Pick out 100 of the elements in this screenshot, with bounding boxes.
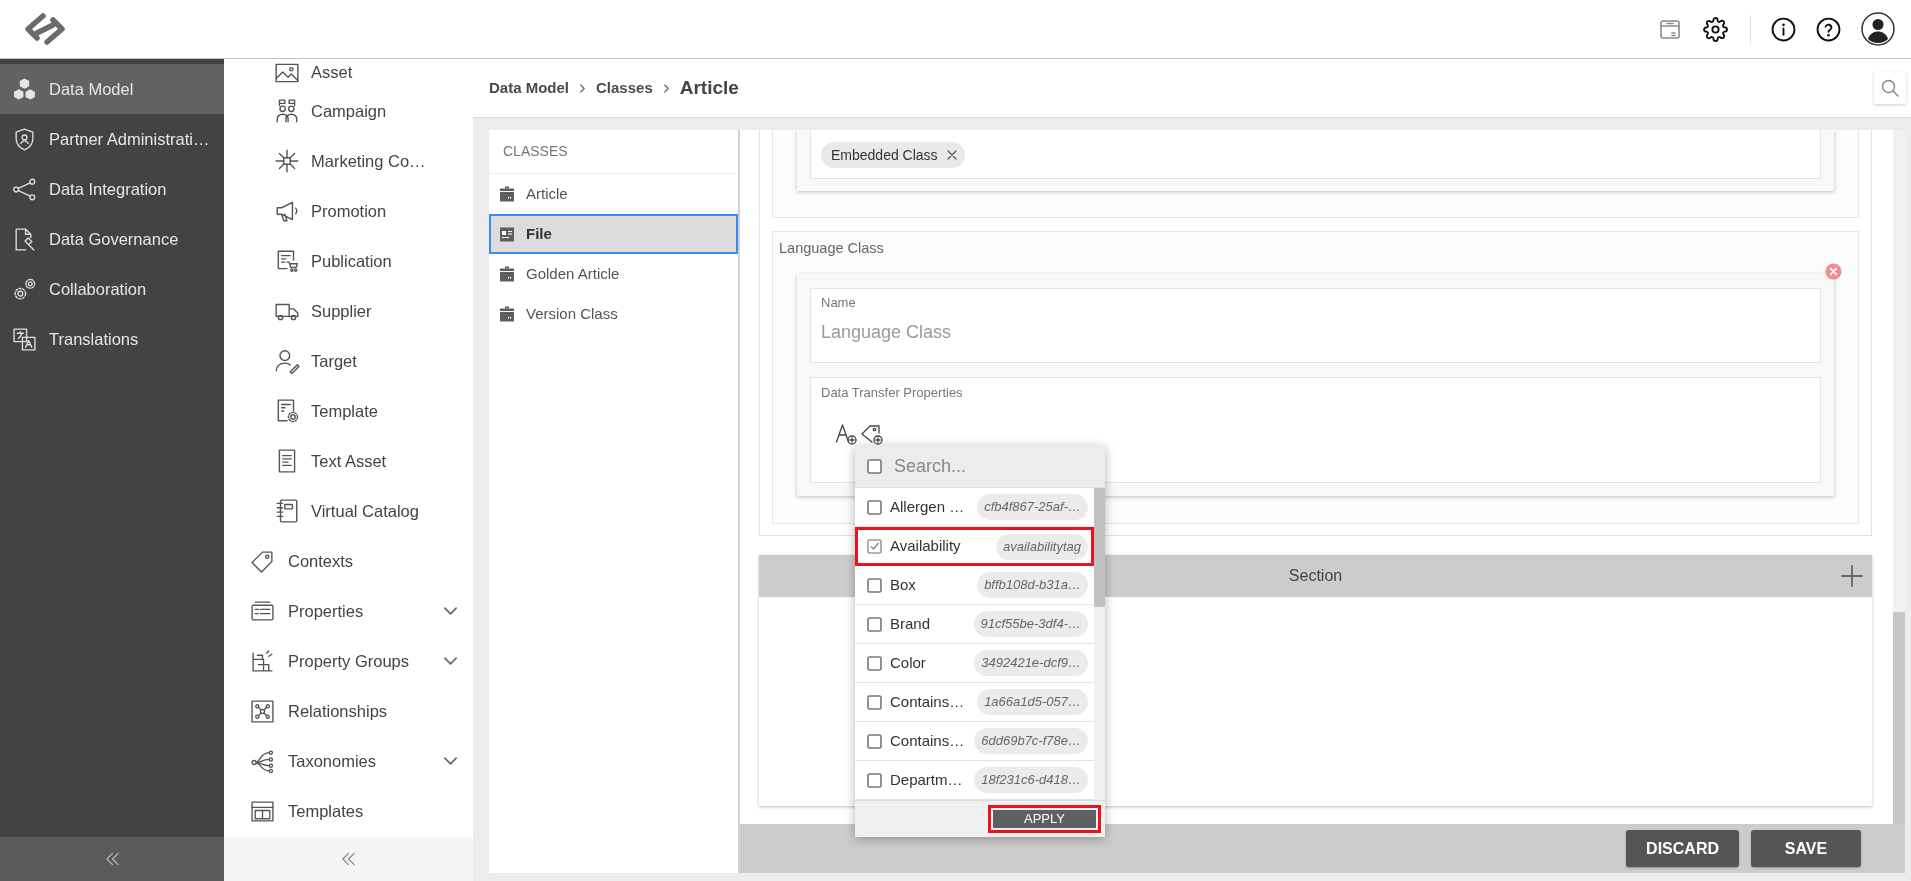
- archive-box-icon[interactable]: [1659, 18, 1681, 40]
- menu-item[interactable]: Target: [224, 336, 473, 386]
- menu-item[interactable]: Asset: [224, 59, 473, 86]
- search-field[interactable]: Search...: [894, 453, 1097, 480]
- user-edit-icon: [274, 348, 300, 374]
- chevron-down-icon[interactable]: [443, 656, 458, 666]
- apply-button[interactable]: APPLY: [988, 805, 1101, 833]
- option-label: Availability: [890, 536, 962, 557]
- menu-item[interactable]: Supplier: [224, 286, 473, 336]
- tree-icon: [250, 748, 275, 774]
- scrollbar-thumb[interactable]: [1094, 488, 1105, 607]
- search-bar[interactable]: Search...: [855, 446, 1105, 488]
- option-tag: 1a66a1d5-057…: [977, 689, 1088, 715]
- checkbox[interactable]: [867, 733, 882, 749]
- tag-add-icon[interactable]: [860, 422, 884, 446]
- search-icon: [1881, 79, 1899, 97]
- menu-item[interactable]: Relationships: [224, 686, 473, 736]
- menu-item[interactable]: Text Asset: [224, 436, 473, 486]
- option-row[interactable]: Departm… 18f231c6-d418…: [855, 761, 1094, 800]
- checkbox[interactable]: [867, 655, 882, 671]
- sidebar-item[interactable]: Translations: [0, 314, 224, 364]
- shield-user-icon: [12, 126, 37, 152]
- option-tag: 18f231c6-d418…: [974, 767, 1088, 793]
- option-label: Brand: [890, 613, 932, 634]
- menu-item[interactable]: Templates: [224, 786, 473, 836]
- card-list-icon: [250, 598, 275, 624]
- document-gavel-icon: [12, 226, 37, 252]
- menu-item[interactable]: Virtual Catalog: [224, 486, 473, 536]
- option-label: Allergen …: [890, 496, 966, 517]
- cubes-icon: [12, 76, 37, 102]
- chevron-down-icon[interactable]: [443, 606, 458, 616]
- info-icon[interactable]: [1771, 16, 1796, 42]
- sidebar-item[interactable]: Data Model: [0, 64, 224, 114]
- scrollbar-thumb[interactable]: [1893, 612, 1905, 824]
- field-label: Name: [821, 295, 856, 311]
- menu-item[interactable]: Taxonomies: [224, 736, 473, 786]
- breadcrumb-link[interactable]: Data Model: [489, 76, 569, 100]
- checkbox[interactable]: [867, 459, 882, 474]
- checkbox[interactable]: [867, 694, 882, 710]
- field-label: Data Transfer Properties: [821, 385, 964, 401]
- menu-item[interactable]: Publication: [224, 236, 473, 286]
- menu-item[interactable]: Marketing Co…: [224, 136, 473, 186]
- breadcrumb-link[interactable]: Classes: [596, 76, 653, 100]
- share-nodes-icon: [12, 176, 37, 202]
- chevron-right-icon: [579, 82, 586, 94]
- sidebar-item[interactable]: Partner Administrati…: [0, 114, 224, 164]
- box-icon: [499, 186, 515, 202]
- layout-icon: [250, 798, 275, 824]
- class-list-item[interactable]: File: [489, 214, 738, 254]
- close-icon[interactable]: [946, 150, 957, 160]
- logo-icon[interactable]: [22, 12, 68, 46]
- checkbox[interactable]: [867, 539, 882, 554]
- double-chevron-left-icon: [104, 852, 120, 866]
- menu-item[interactable]: Properties: [224, 586, 473, 636]
- checkbox[interactable]: [867, 577, 882, 593]
- network-icon: [250, 698, 275, 724]
- option-row[interactable]: Box bffb108d-b31a…: [855, 566, 1094, 605]
- option-tag: cfb4f867-25af-…: [977, 494, 1088, 520]
- option-row[interactable]: Contains… 1a66a1d5-057…: [855, 683, 1094, 722]
- checkbox[interactable]: [867, 499, 882, 515]
- people-flags-icon: [274, 98, 300, 124]
- option-row[interactable]: Color 3492421e-dcf9…: [855, 644, 1094, 683]
- save-button[interactable]: SAVE: [1751, 830, 1861, 867]
- menu-item[interactable]: Promotion: [224, 186, 473, 236]
- tag-icon: [250, 548, 275, 574]
- discard-button[interactable]: DISCARD: [1626, 830, 1739, 867]
- settings-icon[interactable]: [1703, 16, 1728, 42]
- option-label: Box: [890, 574, 917, 595]
- checkbox[interactable]: [867, 772, 882, 788]
- translate-icon: [12, 326, 37, 352]
- stack-icon: [250, 648, 275, 674]
- option-tag: bffb108d-b31a…: [977, 572, 1088, 598]
- menu-item[interactable]: Campaign: [224, 86, 473, 136]
- sidebar-item[interactable]: Collaboration: [0, 264, 224, 314]
- option-row[interactable]: Allergen … cfb4f867-25af-…: [855, 488, 1094, 527]
- option-label: Color: [890, 652, 927, 673]
- checkbox[interactable]: [867, 616, 882, 632]
- box-icon: [499, 306, 515, 322]
- add-section-button[interactable]: [1840, 564, 1864, 588]
- menu-item[interactable]: Property Groups: [224, 636, 473, 686]
- option-row[interactable]: Availability availabilitytag: [855, 527, 1094, 566]
- sidebar-item[interactable]: Data Governance: [0, 214, 224, 264]
- user-avatar-icon[interactable]: [1861, 12, 1895, 46]
- chevron-down-icon[interactable]: [443, 756, 458, 766]
- text-add-icon[interactable]: [834, 422, 858, 446]
- help-icon[interactable]: [1816, 16, 1841, 42]
- sidebar-item[interactable]: Data Integration: [0, 164, 224, 214]
- section-title: Section: [1288, 566, 1343, 586]
- notebook-icon: [274, 498, 300, 524]
- search-button[interactable]: [1874, 72, 1906, 104]
- menu-item[interactable]: Contexts: [224, 536, 473, 586]
- remove-icon[interactable]: [1825, 263, 1842, 280]
- gears-icon: [12, 276, 37, 302]
- option-tag: availabilitytag: [995, 533, 1088, 560]
- option-row[interactable]: Contains… 6dd69b7c-f78e…: [855, 722, 1094, 761]
- plus-icon: [1841, 565, 1863, 587]
- option-label: Contains…: [890, 691, 966, 712]
- name-field[interactable]: Name Language Class: [810, 288, 1821, 363]
- option-row[interactable]: Brand 91cf55be-3df4-…: [855, 605, 1094, 644]
- menu-item[interactable]: Template: [224, 386, 473, 436]
